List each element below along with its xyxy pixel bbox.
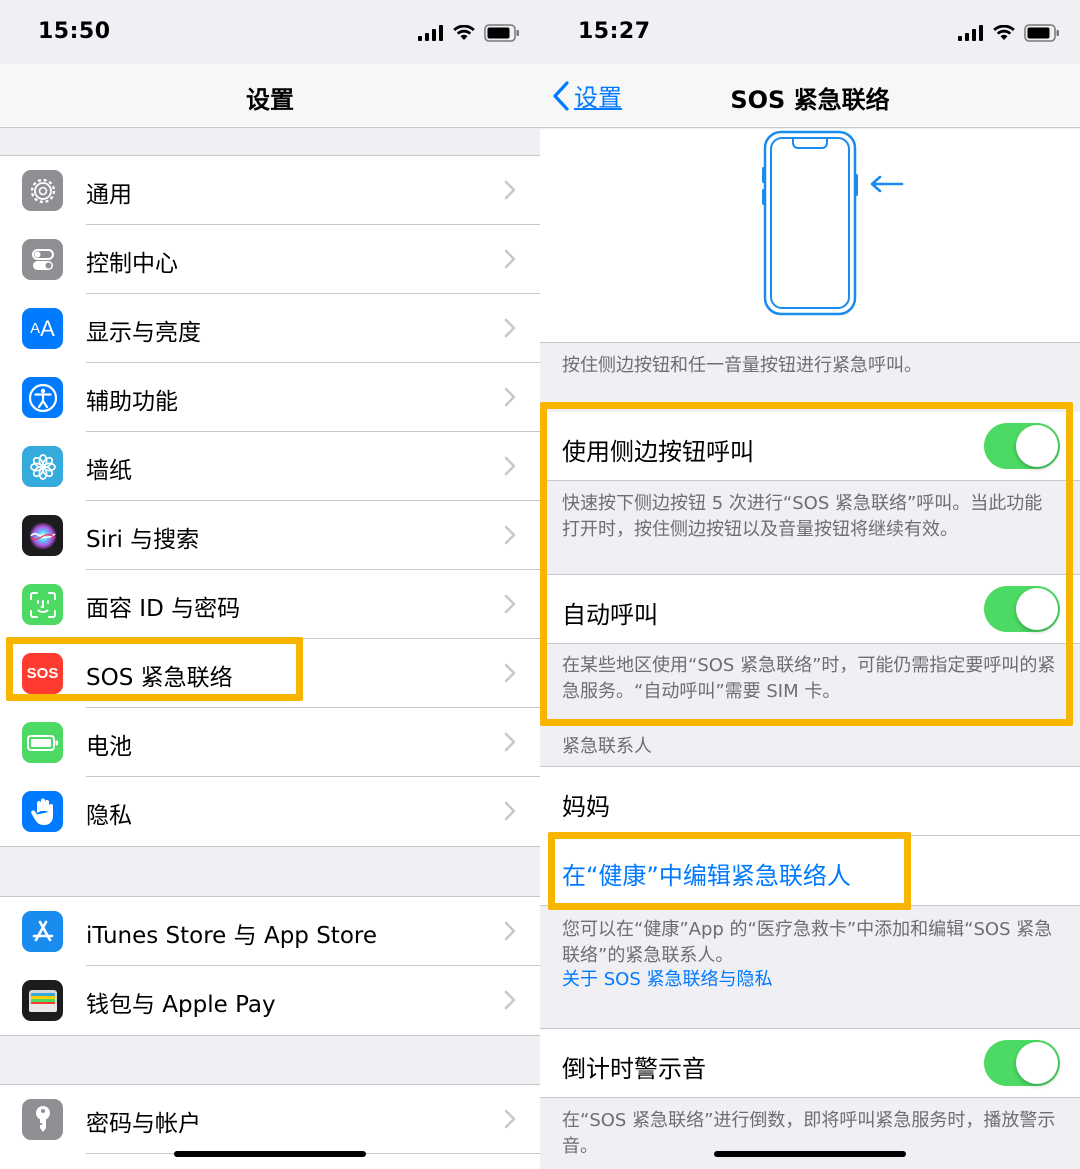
- settings-row-label: SOS 紧急联络: [86, 665, 233, 691]
- chevron-right-icon: [504, 525, 516, 545]
- settings-row-siri-search[interactable]: Siri 与搜索: [0, 501, 540, 570]
- settings-row-itunes-app-store[interactable]: iTunes Store 与 App Store: [0, 897, 540, 966]
- wallet-icon: [22, 980, 63, 1021]
- gear-icon: [22, 170, 63, 211]
- illustration-panel: [540, 129, 1080, 342]
- settings-screen: 15:50 设置 通用 控制中心 AA 显示与亮度 辅助功能 墙纸 Siri 与…: [0, 0, 540, 1169]
- settings-group-1: 通用 控制中心 AA 显示与亮度 辅助功能 墙纸 Siri 与搜索 面容 ID …: [0, 155, 540, 847]
- battery-status-icon: [1024, 24, 1059, 42]
- settings-row-label: 电池: [86, 734, 132, 760]
- contacts-group: 妈妈 在“健康”中编辑紧急联络人: [540, 767, 1080, 905]
- settings-row-display-brightness[interactable]: AA 显示与亮度: [0, 294, 540, 363]
- chevron-right-icon: [504, 732, 516, 752]
- cellular-signal-icon: [958, 25, 983, 41]
- nav-bar: 设置 SOS 紧急联络: [540, 64, 1080, 128]
- settings-row-label: 辅助功能: [86, 389, 178, 415]
- settings-row-accessibility[interactable]: 辅助功能: [0, 363, 540, 432]
- page-title: SOS 紧急联络: [730, 86, 890, 114]
- settings-row-label: 隐私: [86, 803, 132, 829]
- page-title: 设置: [246, 86, 294, 114]
- settings-row-label: iTunes Store 与 App Store: [86, 923, 377, 949]
- face-id-icon: [22, 584, 63, 625]
- countdown-sound-cell: 倒计时警示音: [540, 1029, 1080, 1097]
- chevron-right-icon: [504, 1109, 516, 1129]
- chevron-right-icon: [504, 180, 516, 200]
- settings-row-label: 钱包与 Apple Pay: [86, 992, 276, 1018]
- auto-call-cell: 自动呼叫: [540, 575, 1080, 643]
- settings-row-wallet-apple-pay[interactable]: 钱包与 Apple Pay: [0, 966, 540, 1035]
- auto-call-footer: 在某些地区使用“SOS 紧急联络”时，可能仍需指定要呼叫的紧急服务。“自动呼叫”…: [562, 655, 1056, 702]
- settings-row-label: Siri 与搜索: [86, 527, 200, 553]
- countdown-sound-toggle[interactable]: [984, 1040, 1060, 1086]
- auto-call-toggle[interactable]: [984, 586, 1060, 632]
- battery-icon: [22, 722, 63, 763]
- status-time: 15:27: [578, 19, 651, 44]
- settings-row-label: 墙纸: [86, 458, 132, 484]
- flower-icon: [22, 446, 63, 487]
- status-time: 15:50: [38, 19, 111, 44]
- settings-row-privacy[interactable]: 隐私: [0, 777, 540, 846]
- settings-group-2: iTunes Store 与 App Store 钱包与 Apple Pay: [0, 896, 540, 1036]
- text-size-icon: AA: [22, 308, 63, 349]
- settings-row-emergency-sos[interactable]: SOS SOS 紧急联络: [0, 639, 540, 708]
- status-bar: 15:50: [0, 0, 540, 64]
- settings-row-passwords-accounts[interactable]: 密码与帐户: [0, 1085, 540, 1154]
- accessibility-icon: [22, 377, 63, 418]
- settings-row-wallpaper[interactable]: 墙纸: [0, 432, 540, 501]
- cell-label: 使用侧边按钮呼叫: [562, 438, 754, 466]
- wifi-icon: [993, 25, 1015, 40]
- emergency-sos-screen: 15:27 设置 SOS 紧急联络 按住侧边按钮和任一音量按钮进行紧急呼叫。 使…: [540, 0, 1080, 1169]
- sos-privacy-link[interactable]: 关于 SOS 紧急联络与隐私: [562, 967, 1060, 993]
- settings-row-face-id-passcode[interactable]: 面容 ID 与密码: [0, 570, 540, 639]
- contacts-section-header: 紧急联系人: [562, 736, 652, 757]
- chevron-right-icon: [504, 387, 516, 407]
- arrow-left-icon: [870, 175, 904, 193]
- contact-name[interactable]: 妈妈: [562, 787, 610, 822]
- call-with-side-footer: 快速按下侧边按钮 5 次进行“SOS 紧急联络”呼叫。当此功能打开时，按住侧边按…: [562, 493, 1043, 540]
- sos-icon: SOS: [22, 653, 63, 694]
- nav-bar: 设置: [0, 64, 540, 128]
- toggles-icon: [22, 239, 63, 280]
- key-icon: [22, 1099, 63, 1140]
- home-indicator: [714, 1151, 906, 1157]
- siri-icon: [22, 515, 63, 556]
- app-store-icon: [22, 911, 63, 952]
- chevron-right-icon: [504, 318, 516, 338]
- settings-row-label: 通用: [86, 182, 132, 208]
- chevron-right-icon: [504, 456, 516, 476]
- cell-label: 自动呼叫: [562, 601, 658, 629]
- battery-status-icon: [484, 24, 519, 42]
- settings-row-label: 密码与帐户: [86, 1111, 201, 1137]
- chevron-right-icon: [504, 921, 516, 941]
- settings-row-battery[interactable]: 电池: [0, 708, 540, 777]
- illustration-caption: 按住侧边按钮和任一音量按钮进行紧急呼叫。: [562, 355, 922, 376]
- settings-row-control-center[interactable]: 控制中心: [0, 225, 540, 294]
- settings-row-label: 控制中心: [86, 251, 178, 277]
- chevron-right-icon: [504, 801, 516, 821]
- settings-row-label: 显示与亮度: [86, 320, 201, 346]
- edit-emergency-contacts-link[interactable]: 在“健康”中编辑紧急联络人: [562, 856, 851, 891]
- home-indicator: [174, 1151, 366, 1157]
- wifi-icon: [453, 25, 475, 40]
- chevron-right-icon: [504, 663, 516, 683]
- contacts-footer: 您可以在“健康”App 的“医疗急救卡”中添加和编辑“SOS 紧急联络”的紧急联…: [562, 919, 1053, 966]
- call-with-side-button-cell: 使用侧边按钮呼叫: [540, 412, 1080, 480]
- chevron-right-icon: [504, 594, 516, 614]
- iphone-illustration-icon: [762, 130, 904, 316]
- cell-label: 倒计时警示音: [562, 1055, 706, 1083]
- settings-row-general[interactable]: 通用: [0, 156, 540, 225]
- status-bar: 15:27: [540, 0, 1080, 64]
- chevron-right-icon: [504, 990, 516, 1010]
- chevron-right-icon: [504, 249, 516, 269]
- call-with-side-button-toggle[interactable]: [984, 423, 1060, 469]
- cellular-signal-icon: [418, 25, 443, 41]
- settings-row-label: 面容 ID 与密码: [86, 596, 241, 622]
- hand-icon: [22, 791, 63, 832]
